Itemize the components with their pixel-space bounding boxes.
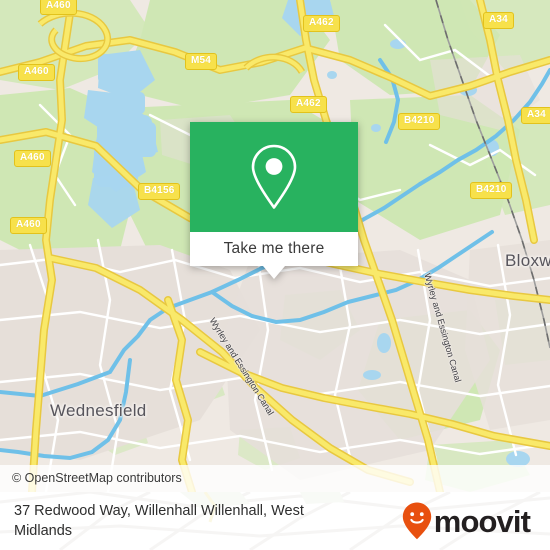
- road-shield-m54: M54: [185, 53, 218, 70]
- road-shield-a460-2: A460: [18, 64, 55, 81]
- destination-address: 37 Redwood Way, Willenhall Willenhall, W…: [14, 503, 304, 539]
- take-me-there-button[interactable]: Take me there: [190, 232, 358, 266]
- location-pin-icon: [251, 144, 297, 209]
- moovit-smiley-pin-icon: [402, 502, 431, 540]
- road-shield-b4156: B4156: [138, 183, 181, 200]
- osm-attribution[interactable]: © OpenStreetMap contributors: [0, 465, 550, 492]
- road-shield-a460-1: A460: [40, 0, 77, 15]
- place-label-bloxwich: Bloxw: [505, 251, 550, 270]
- destination-callout-card[interactable]: Take me there: [190, 122, 358, 279]
- moovit-brand[interactable]: moovit: [402, 502, 540, 540]
- road-shield-a462-2: A462: [290, 96, 327, 113]
- place-label-wednesfield: Wednesfield: [50, 401, 147, 420]
- moovit-map-screenshot: A460 A460 A460 A460 M54 B4156 A462 A462 …: [0, 0, 550, 550]
- callout-pin-panel: [190, 122, 358, 232]
- road-shield-a460-4: A460: [10, 217, 47, 234]
- callout-pointer-tail: [263, 266, 285, 279]
- road-shield-a460-3: A460: [14, 150, 51, 167]
- road-shield-b4210-1: B4210: [398, 113, 441, 130]
- road-shield-a34-2: A34: [521, 107, 550, 124]
- road-shield-a462-1: A462: [303, 15, 340, 32]
- footer-content: 37 Redwood Way, Willenhall Willenhall, W…: [0, 492, 550, 550]
- road-shield-a34-1: A34: [483, 12, 514, 29]
- road-shield-b4210-2: B4210: [470, 182, 513, 199]
- moovit-wordmark: moovit: [433, 503, 531, 539]
- footer-bar: 37 Redwood Way, Willenhall Willenhall, W…: [0, 492, 550, 550]
